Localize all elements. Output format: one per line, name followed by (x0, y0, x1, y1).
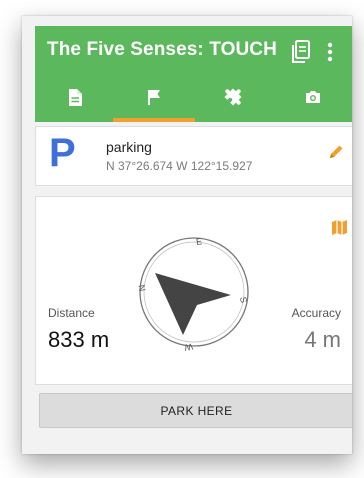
waypoint-name: parking (106, 139, 152, 155)
app-bar: The Five Senses: TOUCH (35, 26, 352, 122)
compass-east-label: E (195, 236, 202, 247)
copy-icon[interactable] (291, 40, 311, 64)
active-tab-indicator (113, 118, 195, 122)
tab-navigate[interactable] (114, 72, 193, 122)
park-here-button[interactable]: PARK HERE (39, 393, 352, 428)
compass-card: Distance 833 m Accuracy 4 m E S W N (35, 196, 352, 385)
app-title: The Five Senses: TOUCH (47, 39, 277, 60)
edit-pencil-icon[interactable] (327, 143, 345, 161)
document-icon (68, 88, 82, 106)
tab-puzzle[interactable] (193, 72, 272, 122)
tab-bar (35, 72, 352, 122)
puzzle-icon (224, 88, 241, 106)
tab-photo[interactable] (273, 72, 352, 122)
distance-value: 833 m (48, 327, 110, 352)
camera-icon (305, 91, 320, 103)
app-screen: The Five Senses: TOUCH P parking N 37°26… (22, 16, 352, 454)
accuracy-label: Accuracy (291, 306, 341, 320)
bottom-area (35, 434, 352, 454)
waypoint-coordinates: N 37°26.674 W 122°15.927 (106, 159, 253, 173)
direction-arrow-icon (155, 273, 231, 335)
more-menu-icon[interactable] (325, 40, 335, 64)
distance-label: Distance (48, 306, 95, 320)
compass-north-label: N (137, 284, 148, 292)
waypoint-letter: P (49, 131, 76, 175)
map-icon[interactable] (331, 219, 348, 236)
accuracy-value: 4 m (304, 327, 341, 352)
tab-details[interactable] (35, 72, 114, 122)
waypoint-card[interactable]: P parking N 37°26.674 W 122°15.927 (35, 126, 352, 186)
flag-icon (147, 90, 160, 105)
compass-rose: E S W N (137, 236, 249, 353)
compass-west-label: W (183, 341, 194, 352)
